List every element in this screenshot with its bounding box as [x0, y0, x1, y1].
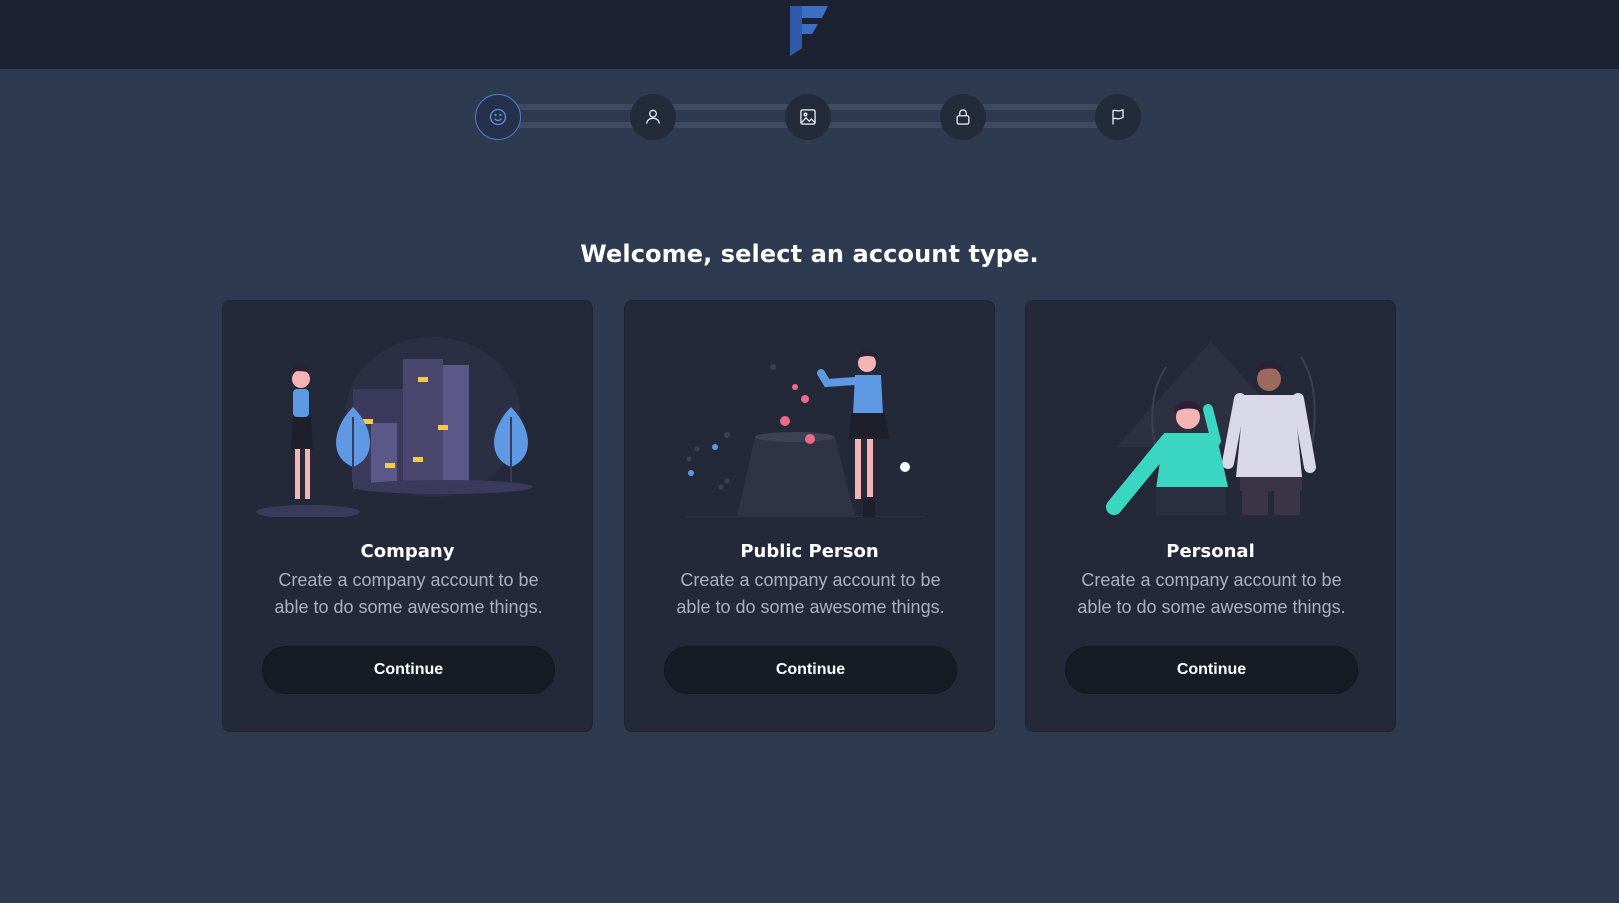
card-title: Public Person [740, 541, 879, 562]
user-icon [646, 109, 660, 124]
logo-icon[interactable] [786, 2, 830, 56]
account-card-company[interactable]: Company Create a company account to be a… [222, 300, 593, 732]
step-profile[interactable] [630, 94, 676, 140]
account-card-public-person[interactable]: Public Person Create a company account t… [624, 300, 995, 732]
city-illustration-icon [256, 337, 533, 517]
personal-illustration-icon [1106, 341, 1316, 515]
image-icon [800, 109, 816, 125]
step-welcome[interactable] [475, 94, 521, 140]
top-bar [0, 0, 1619, 69]
continue-button-company[interactable]: Continue [262, 646, 555, 694]
step-security[interactable] [940, 94, 986, 140]
card-title: Personal [1166, 541, 1255, 562]
account-card-personal[interactable]: Personal Create a company account to be … [1025, 300, 1396, 732]
card-description: Create a company account to be able to d… [676, 570, 945, 617]
page-heading: Welcome, select an account type. [580, 240, 1039, 268]
continue-button-personal[interactable]: Continue [1065, 646, 1358, 694]
flag-icon [1112, 109, 1124, 125]
card-description: Create a company account to be able to d… [274, 570, 543, 617]
lock-icon [956, 109, 970, 125]
continue-button-public-person[interactable]: Continue [664, 646, 957, 694]
public-person-illustration-icon [685, 350, 925, 517]
card-title: Company [360, 541, 455, 562]
step-finish[interactable] [1095, 94, 1141, 140]
card-description: Create a company account to be able to d… [1077, 570, 1346, 617]
step-image[interactable] [785, 94, 831, 140]
smile-icon [489, 108, 507, 126]
progress-stepper [470, 92, 1148, 142]
